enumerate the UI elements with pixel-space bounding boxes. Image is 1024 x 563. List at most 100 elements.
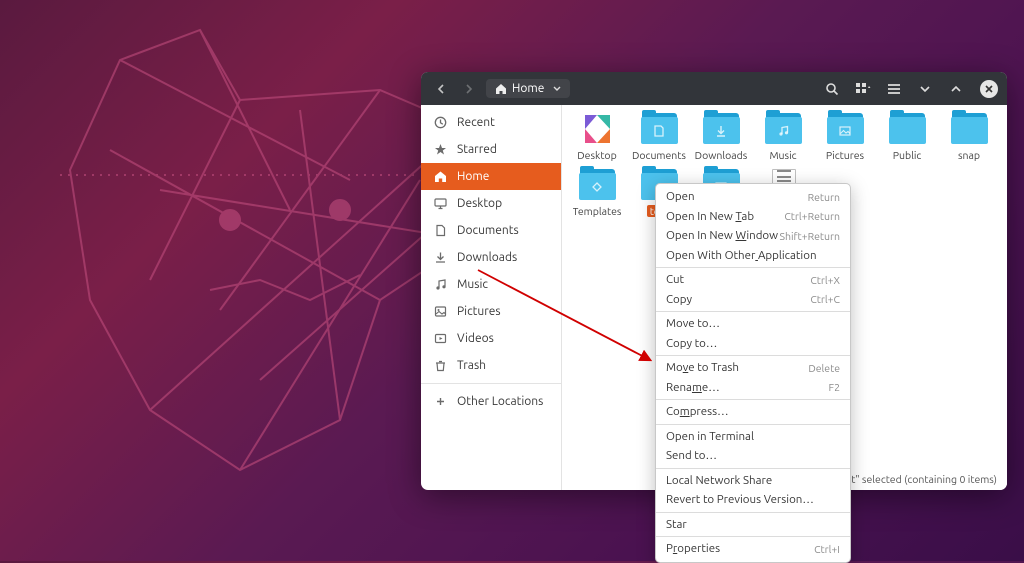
context-menu-shortcut: Return [808,191,840,203]
context-menu-label: Star [666,518,687,531]
context-menu-separator [656,355,850,356]
search-button[interactable] [819,78,844,100]
context-menu-label: Rename… [666,381,720,394]
sidebar-item-other-locations[interactable]: Other Locations [421,388,561,415]
music-icon [433,278,447,291]
context-menu-label: Copy [666,293,692,306]
context-menu-open-in-new-tab[interactable]: Open In New TabCtrl+Return [656,207,850,227]
context-menu-properties[interactable]: Properties Ctrl+I [656,539,850,559]
sidebar-item-label: Home [457,170,489,183]
sidebar-item-label: Other Locations [457,395,543,408]
sidebar-item-label: Downloads [457,251,517,264]
context-menu-open-in-new-window[interactable]: Open In New WindowShift+Return [656,226,850,246]
context-menu-shortcut: Ctrl+I [814,543,840,555]
sidebar-item-label: Documents [457,224,519,237]
file-item-pictures[interactable]: Pictures [814,110,876,166]
sidebar-item-label: Music [457,278,488,291]
file-item-documents[interactable]: Documents [628,110,690,166]
sidebar-item-desktop[interactable]: Desktop [421,190,561,217]
context-menu-move-to-trash[interactable]: Move to TrashDelete [656,358,850,378]
context-menu-send-to[interactable]: Send to… [656,446,850,466]
context-menu-label: Properties [666,542,720,555]
folder-icon [825,112,866,146]
forward-button[interactable] [458,78,480,100]
file-label: Documents [632,149,686,161]
context-menu-revert-to-previous-version[interactable]: Revert to Previous Version… [656,490,850,510]
view-switcher-button[interactable] [850,78,875,100]
file-item-music[interactable]: Music [752,110,814,166]
context-menu-cut[interactable]: CutCtrl+X [656,270,850,290]
hamburger-menu-button[interactable] [881,78,906,100]
sidebar-item-pictures[interactable]: Pictures [421,298,561,325]
sidebar-item-label: Starred [457,143,497,156]
context-menu-separator [656,468,850,469]
sidebar-item-videos[interactable]: Videos [421,325,561,352]
back-button[interactable] [430,78,452,100]
context-menu: OpenReturnOpen In New TabCtrl+ReturnOpen… [655,183,851,563]
context-menu-copy-to[interactable]: Copy to… [656,334,850,354]
minimize-button[interactable] [912,78,937,100]
context-menu-compress[interactable]: Compress… [656,402,850,422]
titlebar: Home [421,72,1007,105]
sidebar-item-label: Trash [457,359,486,372]
sidebar-item-starred[interactable]: Starred [421,136,561,163]
sidebar-item-music[interactable]: Music [421,271,561,298]
file-item-public[interactable]: Public [876,110,938,166]
context-menu-open-in-terminal[interactable]: Open in Terminal [656,427,850,447]
context-menu-label: Open With Other Application [666,249,817,262]
trash-icon [433,359,447,372]
grid-icon [855,82,871,96]
context-menu-label: Open in Terminal [666,430,754,443]
context-menu-copy[interactable]: Copy Ctrl+C [656,290,850,310]
file-label: Pictures [826,149,864,161]
chevron-down-icon [553,85,561,93]
file-item-templates[interactable]: Templates [566,166,628,222]
sidebar-item-home[interactable]: Home [421,163,561,190]
close-icon [985,85,993,93]
file-label: Music [769,149,796,161]
context-menu-label: Local Network Share [666,474,772,487]
context-menu-label: Open [666,190,695,203]
sidebar-item-label: Recent [457,116,495,129]
context-menu-open[interactable]: Open Return [656,187,850,207]
breadcrumb[interactable]: Home [486,79,570,98]
context-menu-separator [656,536,850,537]
context-menu-label: Compress… [666,405,729,418]
context-menu-rename[interactable]: Rename…F2 [656,378,850,398]
context-menu-open-with-other-application[interactable]: Open With Other Application [656,246,850,266]
sidebar-item-recent[interactable]: Recent [421,109,561,136]
context-menu-label: Send to… [666,449,717,462]
file-label: snap [958,149,980,161]
folder-icon [701,112,742,146]
context-menu-local-network-share[interactable]: Local Network Share [656,471,850,491]
context-menu-shortcut: Ctrl+C [810,293,840,305]
sidebar-item-label: Desktop [457,197,502,210]
close-button[interactable] [980,80,998,98]
chevron-down-icon [919,83,931,95]
file-item-snap[interactable]: snap [938,110,1000,166]
sidebar-item-label: Videos [457,332,494,345]
folder-icon [949,112,990,146]
file-item-desktop[interactable]: Desktop [566,110,628,166]
star-icon [433,143,447,156]
plus-icon [433,395,447,408]
context-menu-label: Move to Trash [666,361,739,374]
sidebar-item-downloads[interactable]: Downloads [421,244,561,271]
context-menu-label: Move to… [666,317,720,330]
context-menu-move-to[interactable]: Move to… [656,314,850,334]
chevron-up-icon [950,83,962,95]
context-menu-label: Open In New Window [666,229,778,242]
context-menu-shortcut: Ctrl+X [810,274,840,286]
context-menu-star[interactable]: Star [656,515,850,535]
maximize-button[interactable] [943,78,968,100]
breadcrumb-label: Home [512,82,544,95]
file-item-downloads[interactable]: Downloads [690,110,752,166]
sidebar-item-label: Pictures [457,305,501,318]
sidebar-item-documents[interactable]: Documents [421,217,561,244]
context-menu-label: Copy to… [666,337,717,350]
sidebar-item-trash[interactable]: Trash [421,352,561,379]
file-label: Downloads [695,149,748,161]
context-menu-shortcut: Ctrl+Return [784,210,840,222]
context-menu-separator [656,512,850,513]
context-menu-separator [656,311,850,312]
